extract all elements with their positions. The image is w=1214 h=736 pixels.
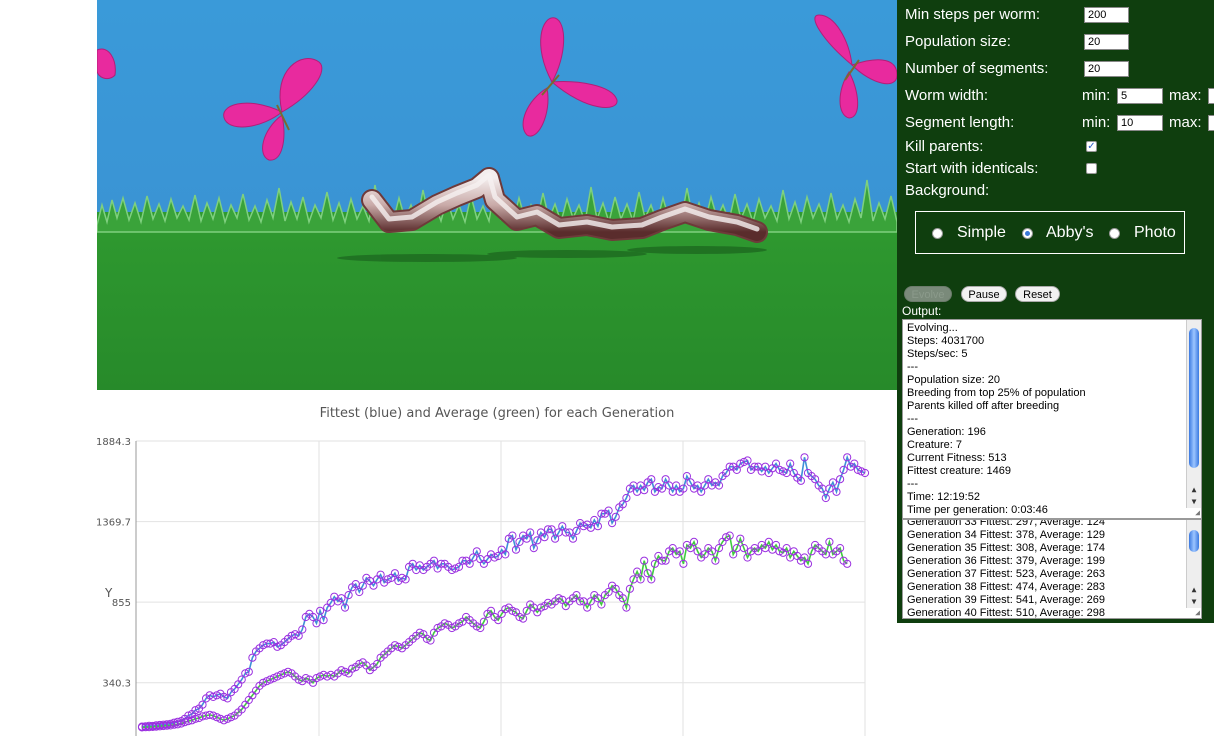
scroll-down-icon[interactable]: ▼ [1187,596,1201,608]
y-tick-label: 855 [112,598,131,609]
resize-grip-icon[interactable]: ◢ [1188,508,1200,518]
worm-scene [97,0,897,390]
segment-length-label: Segment length: [905,114,1015,131]
fitness-chart: Fittest (blue) and Average (green) for e… [97,390,897,736]
output-text: Evolving... Steps: 4031700 Steps/sec: 5 … [907,322,1086,516]
y-axis-label: Y [104,586,113,600]
output-label: Output: [902,304,942,318]
output-textarea[interactable]: Evolving... Steps: 4031700 Steps/sec: 5 … [902,319,1202,519]
min-steps-label: Min steps per worm: [905,6,1041,23]
chart-grid [135,440,866,736]
worm-width-min-input[interactable] [1117,88,1163,104]
segments-label: Number of segments: [905,60,1049,77]
log-scrollbar[interactable]: ▲ ▼ [1186,520,1201,608]
series-line-average [141,534,848,729]
start-identicals-label: Start with identicals: [905,160,1039,177]
chart-title: Fittest (blue) and Average (green) for e… [320,406,675,421]
log-text: Generation 33 Fittest: 297, Average: 124… [907,519,1105,619]
chart-canvas: Fittest (blue) and Average (green) for e… [97,406,870,736]
radio-photo-label: Photo [1134,224,1176,241]
min-steps-input[interactable] [1084,7,1129,23]
pause-button[interactable]: Pause [961,286,1007,302]
start-identicals-checkbox[interactable] [1086,163,1097,174]
worm-width-max-input[interactable] [1208,88,1214,104]
resize-grip-icon[interactable]: ◢ [1188,608,1200,618]
scene-canvas [97,0,897,390]
log-scroll-thumb[interactable] [1189,530,1199,552]
segment-length-max-label: max: [1169,114,1202,131]
radio-photo[interactable] [1109,228,1120,239]
ground [97,212,897,390]
segment-length-min-label: min: [1082,114,1111,131]
background-options: Simple Abby's Photo [915,211,1185,254]
population-label: Population size: [905,33,1011,50]
series-markers [137,453,870,732]
radio-simple[interactable] [932,228,943,239]
reset-button[interactable]: Reset [1015,286,1060,302]
series-lines [141,454,866,729]
segment-length-min-input[interactable] [1117,115,1163,131]
scroll-up-icon[interactable]: ▲ [1187,584,1201,596]
scroll-up-icon[interactable]: ▲ [1187,484,1201,496]
output-scrollbar[interactable]: ▲ ▼ [1186,320,1201,508]
segments-input[interactable] [1084,61,1129,77]
population-input[interactable] [1084,34,1129,50]
controls-panel: Min steps per worm: Population size: Num… [897,0,1214,623]
scroll-down-icon[interactable]: ▼ [1187,496,1201,508]
radio-abbys-label: Abby's [1046,224,1094,241]
series-line-fittest [141,454,866,728]
worm-width-min-label: min: [1082,87,1111,104]
y-tick-label: 340.3 [102,679,131,690]
background-label: Background: [905,182,990,199]
y-tick-labels: 1884.3 1369.7 855 340.3 [97,437,131,690]
y-tick-label: 1884.3 [97,437,131,448]
radio-simple-label: Simple [957,224,1006,241]
evolve-button[interactable]: Evolve [904,286,952,302]
segment-length-max-input[interactable] [1208,115,1214,131]
log-textarea[interactable]: Generation 33 Fittest: 297, Average: 124… [902,519,1202,619]
worm-width-label: Worm width: [905,87,989,104]
kill-parents-checkbox[interactable]: ✓ [1086,141,1097,152]
output-scroll-thumb[interactable] [1189,328,1199,468]
worm-width-max-label: max: [1169,87,1202,104]
kill-parents-label: Kill parents: [905,138,984,155]
y-tick-label: 1369.7 [97,518,131,529]
radio-abbys[interactable] [1022,228,1033,239]
